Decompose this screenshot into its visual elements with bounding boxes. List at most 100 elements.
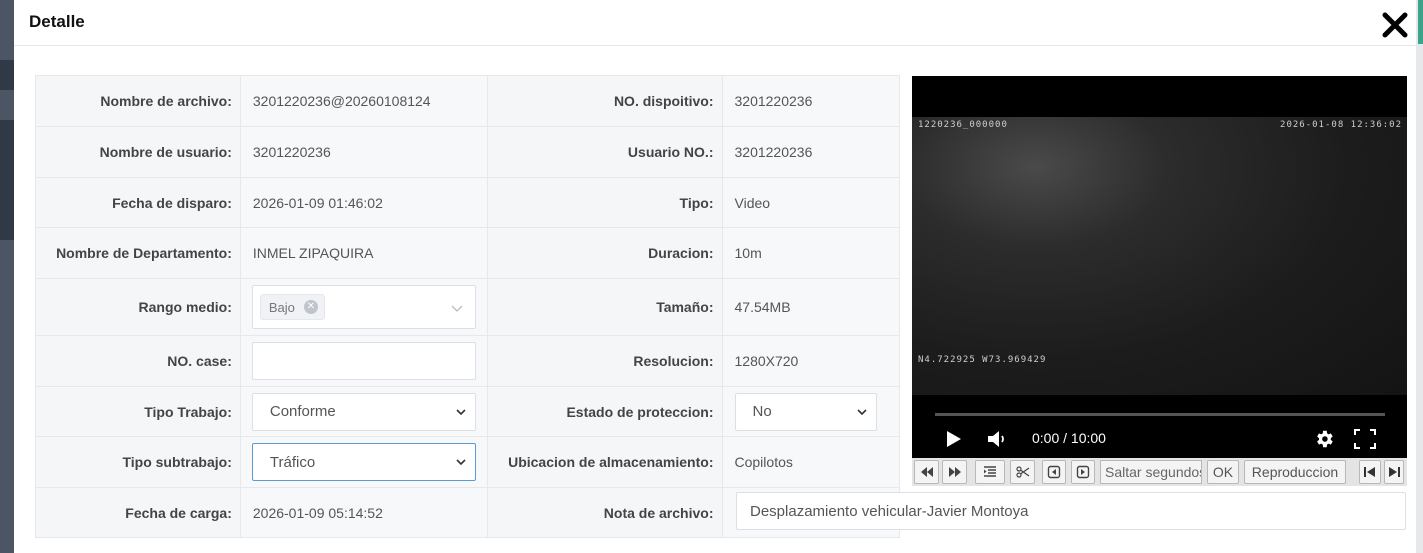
ok-button[interactable]: OK: [1207, 460, 1239, 484]
volume-icon[interactable]: [986, 429, 1010, 449]
dialog-header: Detalle: [14, 0, 1416, 46]
list-button[interactable]: [975, 460, 1005, 484]
trigger-date-label: Fecha de disparo:: [35, 177, 241, 228]
table-row: Fecha de disparo: 2026-01-09 01:46:02 Ti…: [35, 177, 900, 228]
cut-button[interactable]: [1010, 460, 1035, 484]
table-row: Nombre de Departamento: INMEL ZIPAQUIRA …: [35, 227, 900, 279]
media-range-tag-label: Bajo: [268, 299, 295, 315]
work-type-value: Conforme: [269, 403, 336, 420]
upload-date-value: 2026-01-09 05:14:52: [239, 487, 488, 538]
user-no-value: 3201220236: [721, 126, 900, 178]
skip-start-icon: [1364, 467, 1375, 477]
duration-label: Duracion:: [486, 227, 723, 279]
user-name-label: Nombre de usuario:: [35, 126, 241, 178]
skip-seconds-input[interactable]: Saltar segundos: [1100, 460, 1202, 484]
work-subtype-select[interactable]: Tráfico: [251, 443, 476, 481]
department-value: INMEL ZIPAQUIRA: [239, 227, 488, 279]
background-right-strip: [1415, 0, 1423, 553]
osd-coordinates: N4.722925 W73.969429: [918, 355, 1047, 365]
work-subtype-value: Tráfico: [269, 453, 316, 471]
osd-timestamp: 2026-01-08 12:36:02: [1280, 120, 1402, 130]
storage-value: Copilotos: [721, 436, 900, 488]
size-label: Tamaño:: [486, 278, 723, 336]
table-row: Nombre de archivo: 3201220236@2026010812…: [35, 75, 900, 127]
detail-table-container: Nombre de archivo: 3201220236@2026010812…: [35, 75, 900, 538]
department-label: Nombre de Departamento:: [35, 227, 241, 279]
chevron-down-icon: [451, 305, 463, 312]
video-controls: 0:00 / 10:00: [912, 395, 1407, 458]
media-range-select[interactable]: Bajo ✕: [251, 285, 476, 329]
skip-end-icon: [1389, 467, 1400, 477]
skip-end-button[interactable]: [1384, 460, 1404, 484]
progress-bar[interactable]: [935, 413, 1385, 416]
fast-forward-icon: [948, 467, 961, 477]
case-no-label: NO. case:: [35, 335, 241, 387]
chevron-down-icon: [857, 408, 867, 415]
table-row: Tipo Trabajo: Conforme Estado de protecc…: [35, 386, 900, 437]
file-note-label: Nota de archivo:: [486, 487, 723, 538]
media-range-cell: Bajo ✕: [239, 278, 488, 336]
file-note-value: Desplazamiento vehicular-Javier Montoya: [750, 502, 1029, 520]
settings-gear-icon[interactable]: [1313, 428, 1335, 450]
duration-value: 10m: [721, 227, 900, 279]
file-name-label: Nombre de archivo:: [35, 75, 241, 127]
prev-frame-icon: [1047, 465, 1061, 479]
type-label: Tipo:: [486, 177, 723, 228]
media-range-tag: Bajo ✕: [259, 294, 325, 320]
media-range-label: Rango medio:: [35, 278, 241, 336]
video-frame[interactable]: 1220236_000000 2026-01-08 12:36:02 N4.72…: [912, 117, 1407, 395]
upload-date-label: Fecha de carga:: [35, 487, 241, 538]
close-button[interactable]: [1380, 10, 1410, 40]
protection-label: Estado de proteccion:: [486, 386, 723, 437]
next-frame-button[interactable]: [1071, 460, 1095, 484]
device-no-value: 3201220236: [721, 75, 900, 127]
video-player: 1220236_000000 2026-01-08 12:36:02 N4.72…: [912, 76, 1407, 486]
resolution-label: Resolucion:: [486, 335, 723, 387]
detail-table: Nombre de archivo: 3201220236@2026010812…: [35, 75, 900, 538]
work-type-label: Tipo Trabajo:: [35, 386, 241, 437]
user-name-value: 3201220236: [239, 126, 488, 178]
table-row: NO. case: Resolucion: 1280X720: [35, 335, 900, 387]
table-row: Tipo subtrabajo: Tráfico Ubicacion de al…: [35, 436, 900, 488]
tag-remove-icon[interactable]: ✕: [303, 300, 318, 314]
rewind-button[interactable]: [914, 460, 939, 484]
protection-select[interactable]: No: [734, 392, 877, 431]
protection-cell: No: [721, 386, 900, 437]
osd-device-id: 1220236_000000: [918, 120, 1008, 130]
case-no-input[interactable]: [251, 342, 476, 380]
scissors-icon: [1015, 466, 1029, 478]
rewind-icon: [920, 467, 933, 477]
fullscreen-icon[interactable]: [1353, 428, 1377, 450]
protection-value: No: [752, 403, 772, 420]
trigger-date-value: 2026-01-09 01:46:02: [239, 177, 488, 228]
storage-label: Ubicacion de almacenamiento:: [486, 436, 723, 488]
file-note-input[interactable]: Desplazamiento vehicular-Javier Montoya: [736, 492, 1406, 530]
table-row: Nombre de usuario: 3201220236 Usuario NO…: [35, 126, 900, 178]
time-display: 0:00 / 10:00: [1032, 430, 1106, 446]
case-no-cell: [239, 335, 488, 387]
work-subtype-label: Tipo subtrabajo:: [35, 436, 241, 488]
size-value: 47.54MB: [721, 278, 900, 336]
user-no-label: Usuario NO.:: [486, 126, 723, 178]
chevron-down-icon: [456, 459, 466, 466]
list-indent-icon: [984, 466, 996, 477]
skip-start-button[interactable]: [1359, 460, 1381, 484]
play-icon[interactable]: [943, 429, 963, 449]
playback-button[interactable]: Reproduccion: [1244, 460, 1346, 484]
video-toolbar: Saltar segundos OK Reproduccion: [912, 458, 1407, 486]
device-no-label: NO. dispoitivo:: [486, 75, 723, 127]
work-subtype-cell: Tráfico: [239, 436, 488, 488]
file-name-cell: 3201220236@20260108124: [239, 75, 488, 127]
prev-frame-button[interactable]: [1042, 460, 1066, 484]
type-value: Video: [721, 177, 900, 228]
resolution-value: 1280X720: [721, 335, 900, 387]
close-icon: [1382, 12, 1408, 38]
fast-forward-button[interactable]: [942, 460, 967, 484]
file-name-value: 3201220236@20260108124: [252, 93, 431, 109]
table-row: Rango medio: Bajo ✕ Tamaño: 47.54MB: [35, 278, 900, 336]
dialog-title: Detalle: [29, 12, 85, 31]
background-left-strip: [0, 0, 14, 553]
next-frame-icon: [1076, 465, 1090, 479]
video-letterbox-top: [912, 76, 1407, 117]
work-type-select[interactable]: Conforme: [251, 392, 476, 431]
